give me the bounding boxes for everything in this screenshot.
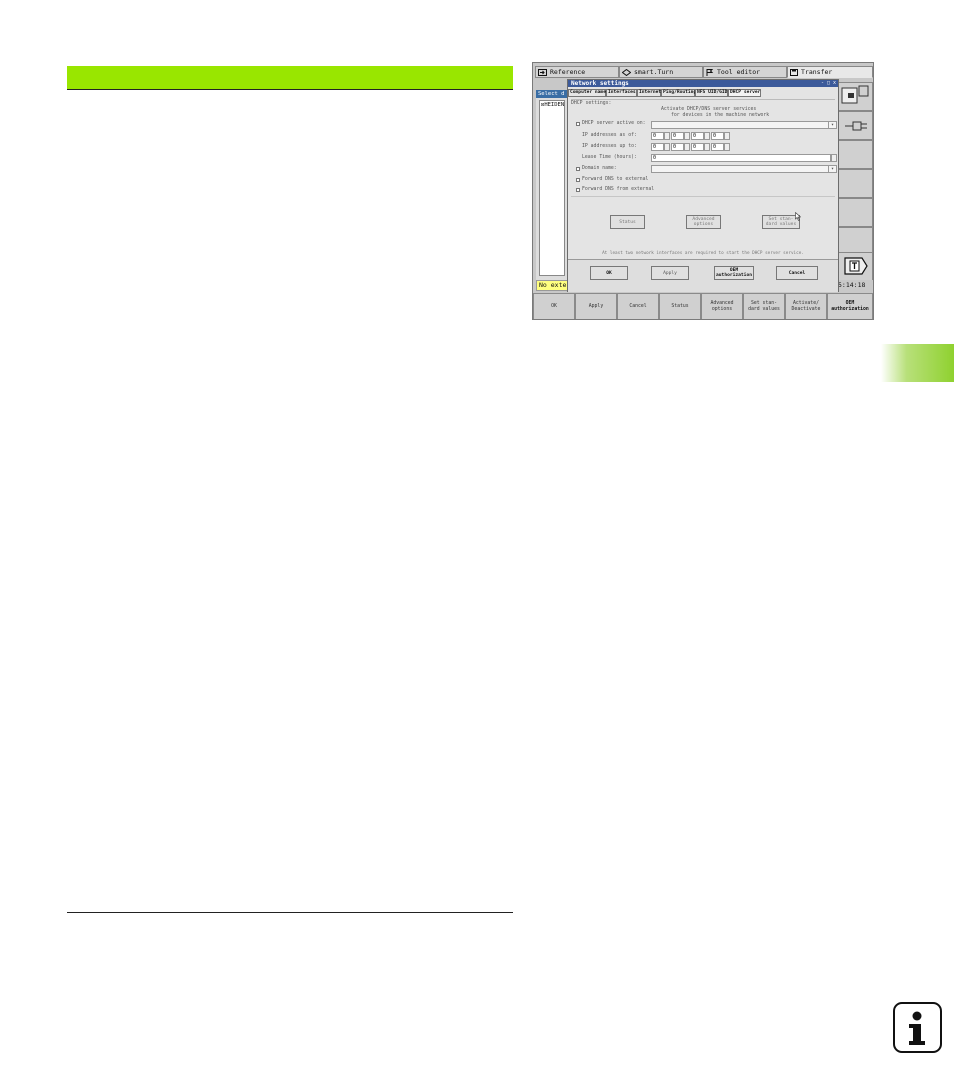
divider: [571, 196, 835, 197]
forward-dns-checkbox[interactable]: [576, 178, 580, 182]
ip-from-octet-4[interactable]: 0: [711, 132, 724, 140]
header-accent-bar: [67, 66, 513, 89]
softkey-apply[interactable]: Apply: [575, 293, 617, 319]
drive-tree: ⊡HEIDEN: [539, 100, 565, 276]
lease-time-input[interactable]: 0: [651, 154, 831, 162]
spin-icon[interactable]: [704, 132, 710, 140]
ip-to-octet-1[interactable]: 0: [651, 143, 664, 151]
ip-to-label: IP addresses up to:: [582, 144, 637, 149]
dialog-tab-dhcp-server[interactable]: DHCP server: [728, 89, 761, 97]
ip-from-octet-2[interactable]: 0: [671, 132, 684, 140]
chapter-side-tab: [881, 344, 954, 382]
network-settings-dialog: Network settings - □ x Computer name Int…: [567, 79, 839, 292]
mouse-cursor-icon: [795, 212, 801, 221]
softkey-empty-3[interactable]: [838, 198, 873, 227]
spin-icon[interactable]: [724, 132, 730, 140]
vertical-softkey-bar: [838, 80, 873, 294]
ip-to-octet-3[interactable]: 0: [691, 143, 704, 151]
window-controls[interactable]: - □ x: [821, 80, 836, 87]
spin-icon[interactable]: [831, 154, 837, 162]
ok-button[interactable]: OK: [590, 266, 628, 280]
dhcp-settings-group: DHCP settings: Activate DHCP/DNS server …: [571, 99, 837, 248]
softkey-cancel[interactable]: Cancel: [617, 293, 659, 319]
dialog-title: Network settings: [568, 80, 838, 87]
softkey-status[interactable]: Status: [659, 293, 701, 319]
floppy-disk-icon: [790, 68, 798, 76]
lease-time-label: Lease Time (hours):: [582, 155, 637, 160]
ip-from-label: IP addresses as of:: [582, 133, 637, 138]
spin-icon[interactable]: [704, 143, 710, 151]
forward-dns-label: Forward DNS to external: [582, 177, 649, 182]
status-button[interactable]: Status: [610, 215, 645, 229]
dhcp-note: At least two network interfaces are requ…: [602, 251, 804, 256]
domain-name-select[interactable]: ▾: [651, 165, 837, 173]
info-icon: [893, 1002, 942, 1053]
tab-smart-turn[interactable]: smart.Turn: [619, 66, 703, 78]
tab-label: smart.Turn: [634, 68, 674, 76]
tool-t-icon: [844, 257, 868, 275]
dialog-button-row: OK Apply OEM authorization Cancel: [568, 259, 838, 292]
ip-from-octet-1[interactable]: 0: [651, 132, 664, 140]
arrow-right-box-icon: [538, 68, 547, 76]
tab-label: Transfer: [801, 68, 833, 76]
softkey-tool-t[interactable]: [838, 252, 873, 281]
apply-button[interactable]: Apply: [651, 266, 689, 280]
chevron-down-icon: ▾: [828, 166, 836, 172]
tree-item[interactable]: ⊡HEIDEN: [541, 102, 564, 108]
group-label: DHCP settings:: [571, 101, 612, 106]
tree-item-label: HEIDEN: [544, 102, 565, 108]
tab-label: Tool editor: [717, 68, 761, 76]
panel-title: Select d: [536, 90, 568, 98]
dialog-tab-ping-routing[interactable]: Ping/Routing: [661, 89, 696, 97]
softkey-machine-view[interactable]: [838, 82, 873, 111]
dialog-tab-nfs-uid-gid[interactable]: NFS UID/GID: [695, 89, 728, 97]
softkey-oem-authorization[interactable]: OEM authorization: [827, 293, 873, 319]
ip-from-octet-3[interactable]: 0: [691, 132, 704, 140]
control-screenshot: Reference smart.Turn Tool editor Transfe…: [532, 62, 874, 320]
description-line: for devices in the machine network: [671, 113, 770, 118]
softkey-network-plug[interactable]: [838, 111, 873, 140]
softkey-advanced-options[interactable]: Advanced options: [701, 293, 743, 319]
softkey-ok[interactable]: OK: [533, 293, 575, 319]
network-plug-icon: [845, 121, 867, 131]
dhcp-active-checkbox[interactable]: [576, 122, 580, 126]
tab-reference[interactable]: Reference: [535, 66, 619, 78]
cancel-button[interactable]: Cancel: [776, 266, 818, 280]
domain-name-checkbox[interactable]: [576, 167, 580, 171]
tab-label: Reference: [550, 68, 586, 76]
tab-transfer[interactable]: Transfer: [787, 66, 873, 78]
diamond-arrow-icon: [621, 68, 632, 76]
file-manager-panel: Select d ⊡HEIDEN: [536, 90, 568, 280]
ip-to-octet-2[interactable]: 0: [671, 143, 684, 151]
dialog-tab-computer-name[interactable]: Computer name: [568, 89, 606, 97]
flag-icon: [706, 68, 714, 76]
status-message: No exte: [536, 280, 568, 291]
horizontal-softkey-bar: OK Apply Cancel Status Advanced options …: [533, 293, 873, 319]
spin-icon[interactable]: [664, 132, 670, 140]
domain-name-label: Domain name:: [582, 166, 617, 171]
softkey-empty-1[interactable]: [838, 140, 873, 169]
spin-icon[interactable]: [664, 143, 670, 151]
machine-icon: [841, 85, 869, 104]
dhcp-interface-select[interactable]: ▾: [651, 121, 837, 129]
forward-dns-from-checkbox[interactable]: [576, 188, 580, 192]
forward-dns-from-label: Forward DNS from external: [582, 187, 655, 192]
tab-tool-editor[interactable]: Tool editor: [703, 66, 787, 78]
dialog-tab-internet[interactable]: Internet: [637, 89, 661, 97]
oem-authorization-button[interactable]: OEM authorization: [714, 266, 754, 280]
advanced-options-button[interactable]: Advanced options: [686, 215, 721, 229]
softkey-activate-deactivate[interactable]: Activate/ Deactivate: [785, 293, 827, 319]
softkey-empty-2[interactable]: [838, 169, 873, 198]
clock: 5:14:18: [838, 280, 873, 291]
spin-icon[interactable]: [684, 143, 690, 151]
spin-icon[interactable]: [684, 132, 690, 140]
header-rule: [67, 89, 513, 90]
dialog-tab-interfaces[interactable]: Interfaces: [606, 89, 637, 97]
spin-icon[interactable]: [724, 143, 730, 151]
softkey-standard-values[interactable]: Set stan- dard values: [743, 293, 785, 319]
chevron-down-icon: ▾: [828, 122, 836, 128]
dhcp-active-label: DHCP server active on:: [582, 121, 646, 126]
ip-to-octet-4[interactable]: 0: [711, 143, 724, 151]
footer-rule: [67, 912, 513, 913]
